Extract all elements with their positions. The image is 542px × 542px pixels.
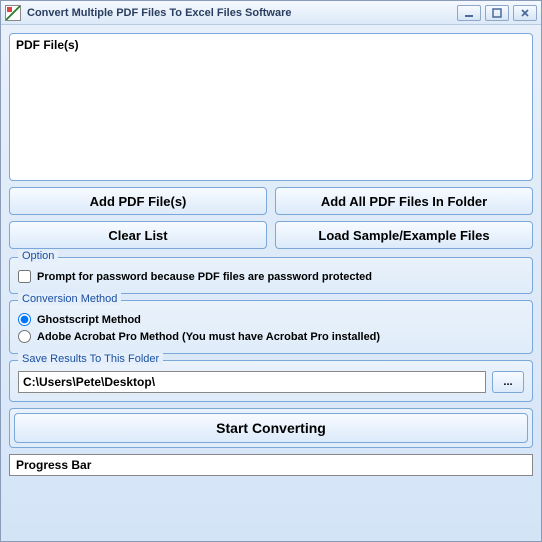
save-legend: Save Results To This Folder: [18, 353, 163, 365]
conversion-group: Conversion Method Ghostscript Method Ado…: [9, 300, 533, 354]
acrobat-row[interactable]: Adobe Acrobat Pro Method (You must have …: [18, 328, 524, 345]
save-group: Save Results To This Folder ...: [9, 360, 533, 402]
start-wrap: Start Converting: [9, 408, 533, 448]
save-path-input[interactable]: [18, 371, 486, 393]
close-button[interactable]: [513, 5, 537, 21]
file-list-header: PDF File(s): [16, 38, 526, 54]
prompt-password-checkbox[interactable]: [18, 270, 31, 283]
start-converting-button[interactable]: Start Converting: [14, 413, 528, 443]
path-row: ...: [18, 371, 524, 393]
acrobat-radio[interactable]: [18, 330, 31, 343]
minimize-button[interactable]: [457, 5, 481, 21]
add-pdf-button[interactable]: Add PDF File(s): [9, 187, 267, 215]
window-title: Convert Multiple PDF Files To Excel File…: [27, 7, 457, 19]
prompt-password-label: Prompt for password because PDF files ar…: [37, 271, 372, 283]
ghostscript-radio[interactable]: [18, 313, 31, 326]
ghostscript-row[interactable]: Ghostscript Method: [18, 311, 524, 328]
app-icon: [5, 5, 21, 21]
browse-button[interactable]: ...: [492, 371, 524, 393]
titlebar: Convert Multiple PDF Files To Excel File…: [1, 1, 541, 25]
maximize-button[interactable]: [485, 5, 509, 21]
button-grid: Add PDF File(s) Add All PDF Files In Fol…: [9, 187, 533, 249]
file-list-box[interactable]: PDF File(s): [9, 33, 533, 181]
option-legend: Option: [18, 250, 58, 262]
ghostscript-label: Ghostscript Method: [37, 314, 141, 326]
load-sample-button[interactable]: Load Sample/Example Files: [275, 221, 533, 249]
prompt-password-row[interactable]: Prompt for password because PDF files ar…: [18, 268, 524, 285]
option-group: Option Prompt for password because PDF f…: [9, 257, 533, 294]
clear-list-button[interactable]: Clear List: [9, 221, 267, 249]
window-controls: [457, 5, 537, 21]
app-window: Convert Multiple PDF Files To Excel File…: [0, 0, 542, 542]
client-area: PDF File(s) Add PDF File(s) Add All PDF …: [1, 25, 541, 541]
progress-bar: Progress Bar: [9, 454, 533, 476]
acrobat-label: Adobe Acrobat Pro Method (You must have …: [37, 331, 380, 343]
conversion-legend: Conversion Method: [18, 293, 121, 305]
progress-label: Progress Bar: [16, 458, 91, 472]
add-folder-button[interactable]: Add All PDF Files In Folder: [275, 187, 533, 215]
